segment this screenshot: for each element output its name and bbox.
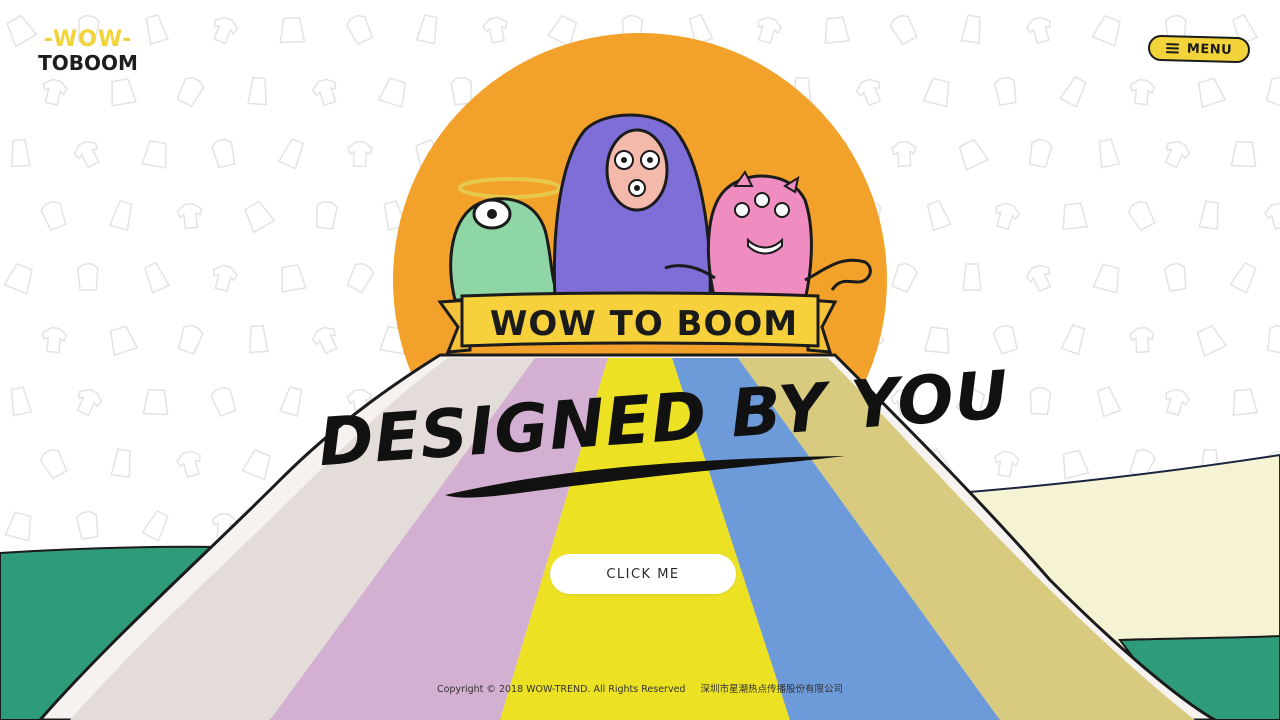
wow-toboom-logo[interactable]: -WOW- TOBOOM <box>34 27 142 75</box>
click-me-button[interactable]: CLICK ME <box>550 554 736 594</box>
page: -WOW- TOBOOM MENU WOW TO BOOM DESIGNED B… <box>0 0 1280 720</box>
banner-title: WOW TO BOOM <box>489 304 799 344</box>
logo-wow-text: -WOW- <box>43 27 133 52</box>
menu-button[interactable]: MENU <box>1147 34 1251 64</box>
hero-illustration <box>0 33 1280 720</box>
logo-toboom-text: TOBOOM <box>38 51 138 75</box>
hamburger-icon <box>1165 43 1179 54</box>
menu-label: MENU <box>1186 41 1233 58</box>
footer: Copyright © 2018 WOW-TREND. All Rights R… <box>0 684 1280 696</box>
copyright-text: Copyright © 2018 WOW-TREND. All Rights R… <box>436 684 686 695</box>
company-name: 深圳市星潮热点传播股份有限公司 <box>700 684 843 695</box>
